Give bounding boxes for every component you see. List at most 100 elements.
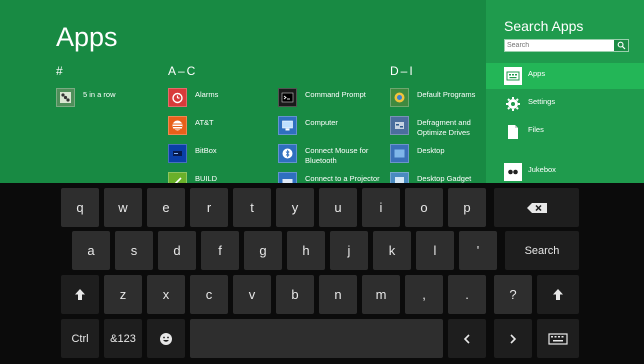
group-heading-hash: #: [56, 64, 65, 78]
computer-icon: [278, 116, 297, 135]
key-n[interactable]: n: [319, 275, 357, 314]
att-logo-icon: [168, 116, 187, 135]
emoji-icon: [160, 332, 172, 345]
app-tile-alarms[interactable]: Alarms: [168, 88, 275, 107]
key-y[interactable]: y: [276, 188, 314, 227]
key-q[interactable]: q: [61, 188, 99, 227]
key-o[interactable]: o: [405, 188, 443, 227]
key-apostrophe[interactable]: ': [459, 231, 497, 270]
search-scope-settings[interactable]: Settings: [486, 91, 644, 117]
arrow-left-key[interactable]: [448, 319, 486, 358]
page-title: Apps: [56, 22, 118, 52]
symbols-key[interactable]: &123: [104, 319, 142, 358]
gear-icon: [504, 95, 522, 113]
shift-right-key[interactable]: [537, 275, 579, 314]
touch-keyboard: q w e r t y u i o p a s d f g h j k l ' …: [0, 183, 644, 364]
game-icon: [56, 88, 75, 107]
key-comma[interactable]: ,: [405, 275, 443, 314]
app-label: Computer: [305, 118, 338, 127]
key-period[interactable]: .: [448, 275, 486, 314]
search-scope-files[interactable]: Files: [486, 119, 644, 145]
search-scope-label: Apps: [528, 69, 546, 78]
ctrl-key[interactable]: Ctrl: [61, 319, 99, 358]
key-g[interactable]: g: [244, 231, 282, 270]
search-input[interactable]: [507, 40, 609, 51]
key-s[interactable]: s: [115, 231, 153, 270]
shift-icon: [553, 289, 563, 300]
arrow-left-icon: [463, 333, 470, 344]
defragment-icon: [390, 116, 409, 135]
key-p[interactable]: p: [448, 188, 486, 227]
app-tile-defragment[interactable]: Defragment and Optimize Drives: [390, 116, 497, 138]
key-e[interactable]: e: [147, 188, 185, 227]
app-label: Alarms: [195, 90, 219, 99]
key-u[interactable]: u: [319, 188, 357, 227]
app-label: Connect Mouse for Bluetooth: [305, 146, 369, 165]
start-screen: Apps # A–C D–I 5 in a row Alarms AT&T Bi…: [0, 0, 644, 364]
key-a[interactable]: a: [72, 231, 110, 270]
app-label: Defragment and Optimize Drives: [417, 118, 471, 137]
key-v[interactable]: v: [233, 275, 271, 314]
shift-left-key[interactable]: [61, 275, 99, 314]
app-label: 5 in a row: [83, 90, 116, 99]
bluetooth-mouse-icon: [278, 144, 297, 163]
desktop-icon: [390, 144, 409, 163]
app-tile-desktop[interactable]: Desktop: [390, 144, 497, 163]
apps-keyboard-icon: [504, 67, 522, 85]
app-tile-bitbox[interactable]: BitBox: [168, 144, 275, 163]
search-scope-label: Settings: [528, 97, 556, 106]
command-prompt-icon: [278, 88, 297, 107]
keyboard-icon: [548, 332, 568, 345]
search-scope-label: Jukebox: [528, 165, 556, 174]
app-tile-5-in-a-row[interactable]: 5 in a row: [56, 88, 163, 107]
key-z[interactable]: z: [104, 275, 142, 314]
space-bar[interactable]: [190, 319, 443, 358]
key-f[interactable]: f: [201, 231, 239, 270]
backspace-icon: [526, 202, 547, 213]
file-icon: [504, 123, 522, 141]
app-label: AT&T: [195, 118, 214, 127]
key-x[interactable]: x: [147, 275, 185, 314]
app-tile-connect-mouse-bluetooth[interactable]: Connect Mouse for Bluetooth: [278, 144, 385, 166]
key-m[interactable]: m: [362, 275, 400, 314]
emoji-key[interactable]: [147, 319, 185, 358]
key-r[interactable]: r: [190, 188, 228, 227]
key-question[interactable]: ?: [494, 275, 532, 314]
app-label: BitBox: [195, 146, 217, 155]
app-label: Default Programs: [417, 90, 476, 99]
arrow-right-key[interactable]: [494, 319, 532, 358]
jukebox-icon: [504, 163, 522, 181]
key-h[interactable]: h: [287, 231, 325, 270]
search-key[interactable]: Search: [505, 231, 579, 270]
key-w[interactable]: w: [104, 188, 142, 227]
alarm-clock-icon: [168, 88, 187, 107]
app-tile-att[interactable]: AT&T: [168, 116, 275, 135]
key-b[interactable]: b: [276, 275, 314, 314]
app-label: Desktop: [417, 146, 445, 155]
app-tile-computer[interactable]: Computer: [278, 116, 385, 135]
shift-icon: [75, 289, 85, 300]
search-icon: [617, 41, 625, 50]
key-l[interactable]: l: [416, 231, 454, 270]
search-button[interactable]: [614, 40, 628, 51]
group-heading-d-i: D–I: [390, 64, 415, 78]
key-k[interactable]: k: [373, 231, 411, 270]
key-c[interactable]: c: [190, 275, 228, 314]
search-scope-jukebox[interactable]: Jukebox: [486, 159, 644, 185]
search-box: [504, 39, 629, 52]
app-tile-command-prompt[interactable]: Command Prompt: [278, 88, 385, 107]
key-d[interactable]: d: [158, 231, 196, 270]
search-scope-apps[interactable]: Apps: [486, 63, 644, 89]
group-heading-a-c: A–C: [168, 64, 198, 78]
key-t[interactable]: t: [233, 188, 271, 227]
key-i[interactable]: i: [362, 188, 400, 227]
keyboard-menu-key[interactable]: [537, 319, 579, 358]
arrow-right-icon: [510, 333, 517, 344]
bitbox-icon: [168, 144, 187, 163]
backspace-key[interactable]: [494, 188, 579, 227]
app-tile-default-programs[interactable]: Default Programs: [390, 88, 497, 107]
app-label: Command Prompt: [305, 90, 366, 99]
apps-view: Apps # A–C D–I 5 in a row Alarms AT&T Bi…: [0, 0, 486, 191]
key-j[interactable]: j: [330, 231, 368, 270]
search-pane-title: Search Apps: [504, 18, 584, 34]
